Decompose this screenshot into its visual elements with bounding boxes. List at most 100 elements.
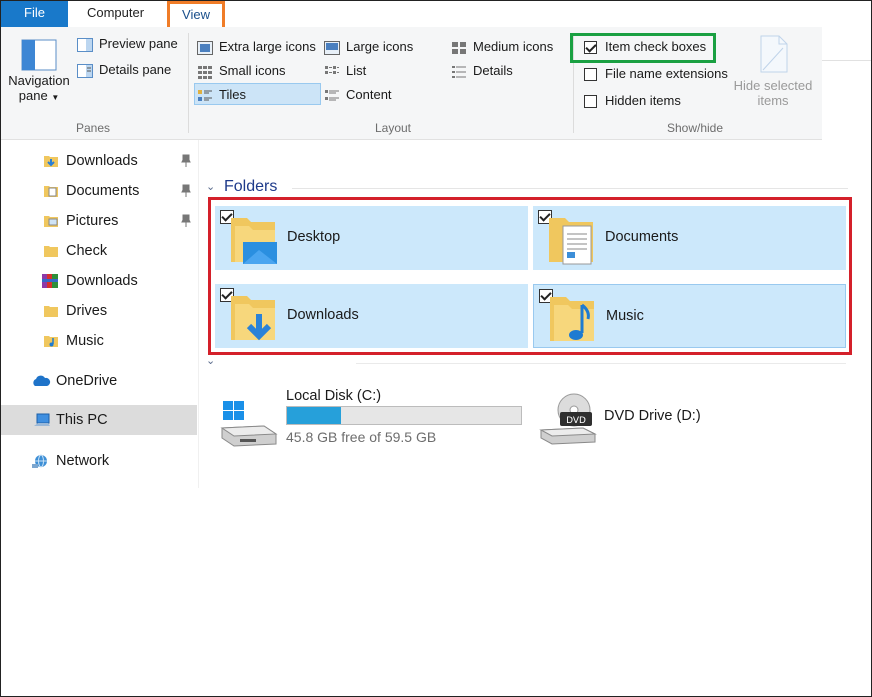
nav-item-label: OneDrive [56, 373, 118, 389]
nav-item-pictures-pinned[interactable]: Pictures [1, 206, 197, 236]
onedrive-cloud-icon [33, 375, 51, 386]
layout-list[interactable]: List [324, 60, 366, 82]
layout-details[interactable]: Details [451, 60, 513, 82]
nav-item-label: Downloads [66, 153, 138, 169]
nav-item-downloads-pinned[interactable]: Downloads [1, 146, 197, 176]
nav-pane-divider [198, 140, 199, 488]
pictures-folder-icon [44, 216, 58, 227]
nav-item-onedrive[interactable]: OneDrive [1, 366, 197, 396]
nav-item-label: Network [56, 453, 110, 469]
layout-medium-icons[interactable]: Medium icons [451, 36, 553, 58]
layout-extra-large-icons[interactable]: Extra large icons [197, 36, 316, 58]
nav-item-label: This PC [56, 412, 108, 428]
pin-icon[interactable] [181, 214, 191, 228]
layout-group-label: Layout [374, 121, 412, 135]
tiles-label: Tiles [219, 87, 246, 102]
computer-icon [34, 413, 50, 426]
ribbon-separator [188, 33, 189, 133]
extra-large-icons-icon [197, 40, 213, 55]
pin-icon[interactable] [181, 154, 191, 168]
devices-group-header[interactable]: ⌄ [206, 355, 846, 370]
folders-group-header[interactable]: ⌄ Folders [206, 178, 848, 198]
navigation-pane: Downloads Documents Pictures Check Downl… [1, 140, 198, 488]
tab-computer[interactable]: Computer [68, 1, 163, 27]
highlight-folder-tiles [208, 197, 852, 355]
layout-small-icons[interactable]: Small icons [197, 60, 285, 82]
svg-text:DVD: DVD [566, 416, 586, 426]
nav-item-label: Downloads [66, 273, 138, 289]
nav-item-this-pc[interactable]: This PC [1, 405, 197, 435]
details-pane-label: Details pane [99, 62, 172, 77]
medium-icons-label: Medium icons [473, 39, 554, 54]
folders-group-title: Folders [224, 178, 278, 195]
show-hide-group-label: Show/hide [666, 121, 724, 135]
large-icons-label: Large icons [346, 39, 414, 54]
drive-usage-fill [287, 407, 341, 424]
hide-selected-items-button[interactable]: Hide selected items [729, 34, 817, 108]
layout-large-icons[interactable]: Large icons [324, 36, 413, 58]
highlight-item-check-boxes [570, 33, 716, 63]
chevron-down-icon: ⌄ [206, 355, 216, 367]
details-pane-icon [77, 63, 93, 78]
preview-pane-icon [77, 37, 93, 52]
drive-name: DVD Drive (D:) [604, 408, 701, 424]
winrar-archive-icon [42, 274, 58, 288]
drive-free-space: 45.8 GB free of 59.5 GB [286, 429, 437, 445]
details-pane-button[interactable]: Details pane [77, 59, 171, 81]
preview-pane-label: Preview pane [99, 36, 178, 51]
details-icon [452, 65, 466, 78]
navigation-pane-label-2: pane [18, 88, 48, 103]
drive-name: Local Disk (C:) [286, 388, 382, 404]
tiles-icon [198, 89, 212, 101]
list-icon [325, 65, 339, 74]
music-folder-icon [44, 336, 58, 347]
content-icon [325, 89, 339, 101]
file-name-extensions-toggle[interactable]: File name extensions [584, 63, 728, 85]
panes-group-label: Panes [75, 121, 111, 135]
layout-content[interactable]: Content [324, 84, 392, 106]
hide-selected-items-icon [760, 35, 788, 73]
large-icons-icon [324, 40, 340, 55]
chevron-down-icon: ▼ [51, 93, 60, 102]
preview-pane-button[interactable]: Preview pane [77, 33, 178, 55]
pin-icon[interactable] [181, 184, 191, 198]
hide-selected-items-label-1: Hide selected [733, 78, 813, 93]
dvd-drive-icon: DVD [539, 393, 597, 445]
nav-item-network[interactable]: Network [1, 446, 197, 476]
downloads-folder-icon [44, 156, 58, 167]
hidden-items-checkbox[interactable] [584, 95, 597, 109]
navigation-pane-label-1: Navigation [8, 73, 70, 88]
list-label: List [346, 63, 367, 78]
nav-item-label: Pictures [66, 213, 119, 229]
nav-item-label: Music [66, 333, 104, 349]
file-name-extensions-label: File name extensions [605, 66, 728, 81]
layout-tiles[interactable]: Tiles [194, 83, 321, 105]
hide-selected-items-label-2: items [757, 93, 789, 108]
ribbon-tab-bar: File Computer View [1, 1, 871, 31]
drive-dvd-d[interactable]: DVD DVD Drive (D:) [538, 386, 738, 450]
documents-folder-icon [44, 186, 58, 197]
nav-item-label: Check [66, 243, 108, 259]
small-icons-icon [198, 65, 212, 79]
nav-item-label: Documents [66, 183, 140, 199]
tab-file[interactable]: File [1, 1, 68, 27]
nav-item-documents-pinned[interactable]: Documents [1, 176, 197, 206]
windows-drive-icon [220, 401, 278, 447]
file-name-extensions-checkbox[interactable] [584, 68, 597, 82]
navigation-pane-button[interactable]: Navigation pane ▼ [6, 35, 72, 115]
content-label: Content [346, 87, 392, 102]
nav-item-check[interactable]: Check [1, 236, 197, 266]
small-icons-label: Small icons [219, 63, 286, 78]
nav-item-downloads[interactable]: Downloads [1, 266, 197, 296]
nav-item-drives[interactable]: Drives [1, 296, 197, 326]
hidden-items-toggle[interactable]: Hidden items [584, 90, 681, 112]
nav-item-label: Drives [66, 303, 108, 319]
nav-item-music[interactable]: Music [1, 326, 197, 356]
details-label: Details [473, 63, 513, 78]
folder-icon [44, 306, 58, 317]
hidden-items-label: Hidden items [605, 93, 681, 108]
medium-icons-icon [452, 41, 466, 54]
extra-large-icons-label: Extra large icons [219, 39, 316, 54]
folder-icon [44, 246, 58, 257]
chevron-down-icon: ⌄ [206, 181, 216, 193]
